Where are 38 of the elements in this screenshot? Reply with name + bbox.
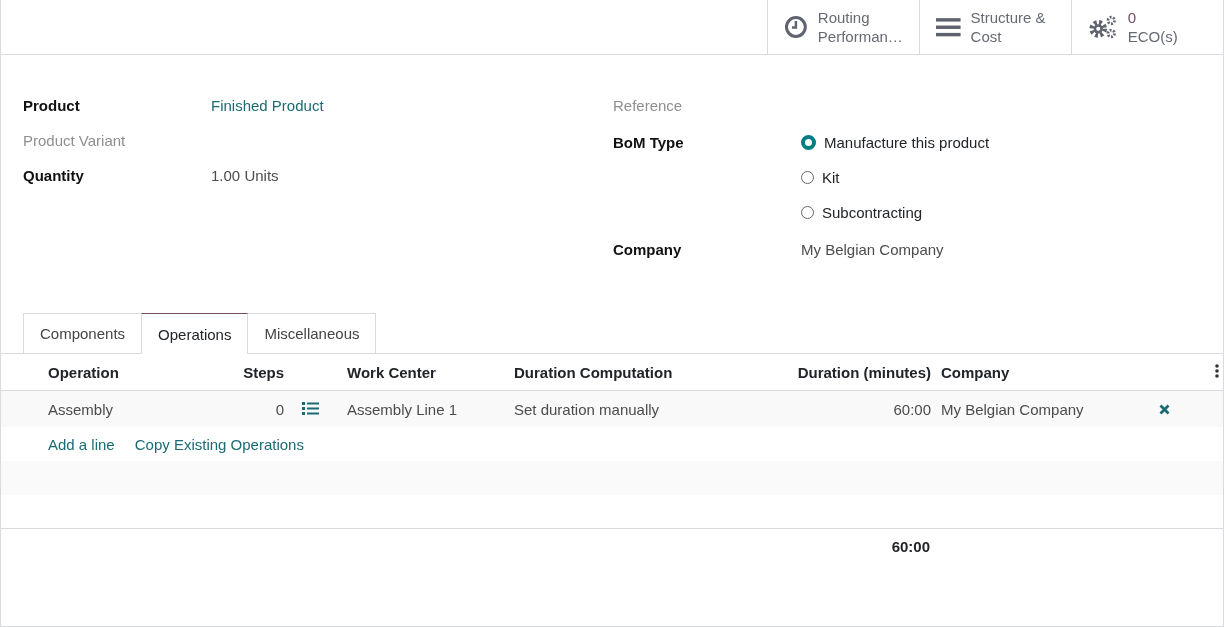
field-label: Reference <box>613 97 684 114</box>
column-header: Operation <box>48 363 119 381</box>
action-link[interactable]: Copy Existing Operations <box>134 435 304 453</box>
menu-icon <box>936 17 961 37</box>
radio-button[interactable] <box>801 135 816 150</box>
unit-value[interactable]: Units <box>244 167 279 184</box>
clock-icon <box>784 15 808 39</box>
list-icon[interactable] <box>302 401 319 415</box>
column-header: Duration (minutes) <box>797 363 931 381</box>
table-cell: Assembly Line 1 <box>347 400 458 418</box>
field-label: Company <box>613 241 683 258</box>
table-cell: 60:00 <box>893 400 931 418</box>
field-label: Product Variant <box>23 132 127 149</box>
total-value: 60:00 <box>891 537 930 555</box>
tab[interactable]: Operations <box>141 313 249 354</box>
field-value[interactable]: My Belgian Company <box>801 241 1223 258</box>
column-header: Steps <box>243 363 284 381</box>
field-label: Product <box>23 97 81 114</box>
table-cell: My Belgian Company <box>941 400 1084 418</box>
field-label: Quantity <box>23 167 85 184</box>
gears-icon <box>1088 14 1118 40</box>
field-label: BoM Type <box>613 134 685 151</box>
more-icon[interactable] <box>1215 363 1219 378</box>
quantity-value[interactable]: 1.00 <box>211 167 241 184</box>
column-header: Duration Computation <box>514 363 673 381</box>
table-cell: Set duration manually <box>514 400 660 418</box>
table-cell: 0 <box>275 400 284 418</box>
tab[interactable]: Miscellaneous <box>247 313 377 353</box>
radio-option[interactable]: Subcontracting <box>801 204 1223 221</box>
column-header: Work Center <box>347 363 436 381</box>
radio-option[interactable]: Kit <box>801 169 1223 186</box>
delete-icon[interactable] <box>1159 403 1170 415</box>
radio-option[interactable]: Manufacture this product <box>801 134 1223 151</box>
column-header: Company <box>941 363 1010 381</box>
table-cell: Assembly <box>48 400 114 418</box>
action-link[interactable]: Add a line <box>48 435 115 453</box>
tab[interactable]: Components <box>23 313 143 353</box>
product-link[interactable]: Finished Product <box>211 97 613 114</box>
